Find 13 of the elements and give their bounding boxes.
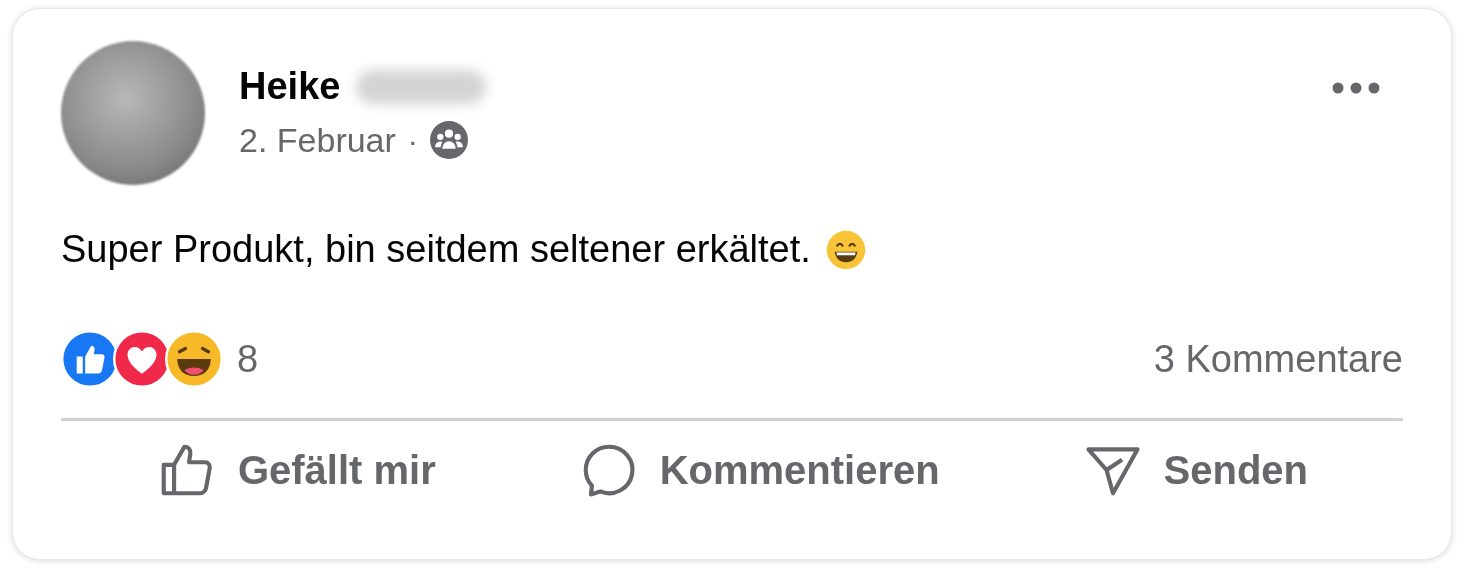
post-text: Super Produkt, bin seitdem seltener erkältet.: [61, 227, 811, 272]
more-options-icon[interactable]: [1331, 81, 1381, 95]
send-button[interactable]: Senden: [1069, 429, 1321, 511]
laughing-reaction-icon: [165, 330, 223, 388]
reaction-count[interactable]: 8: [237, 330, 259, 388]
comment-button[interactable]: Kommentieren: [565, 429, 952, 511]
grinning-face-icon: [824, 228, 867, 271]
friends-icon: [429, 121, 468, 159]
like-button[interactable]: Gefällt mir: [143, 429, 448, 511]
post-date[interactable]: 2. Februar: [239, 114, 396, 166]
comments-count[interactable]: 3 Kommentare: [1153, 330, 1403, 388]
separator-dot: ·: [407, 122, 418, 159]
author-name[interactable]: Heike: [239, 63, 341, 111]
